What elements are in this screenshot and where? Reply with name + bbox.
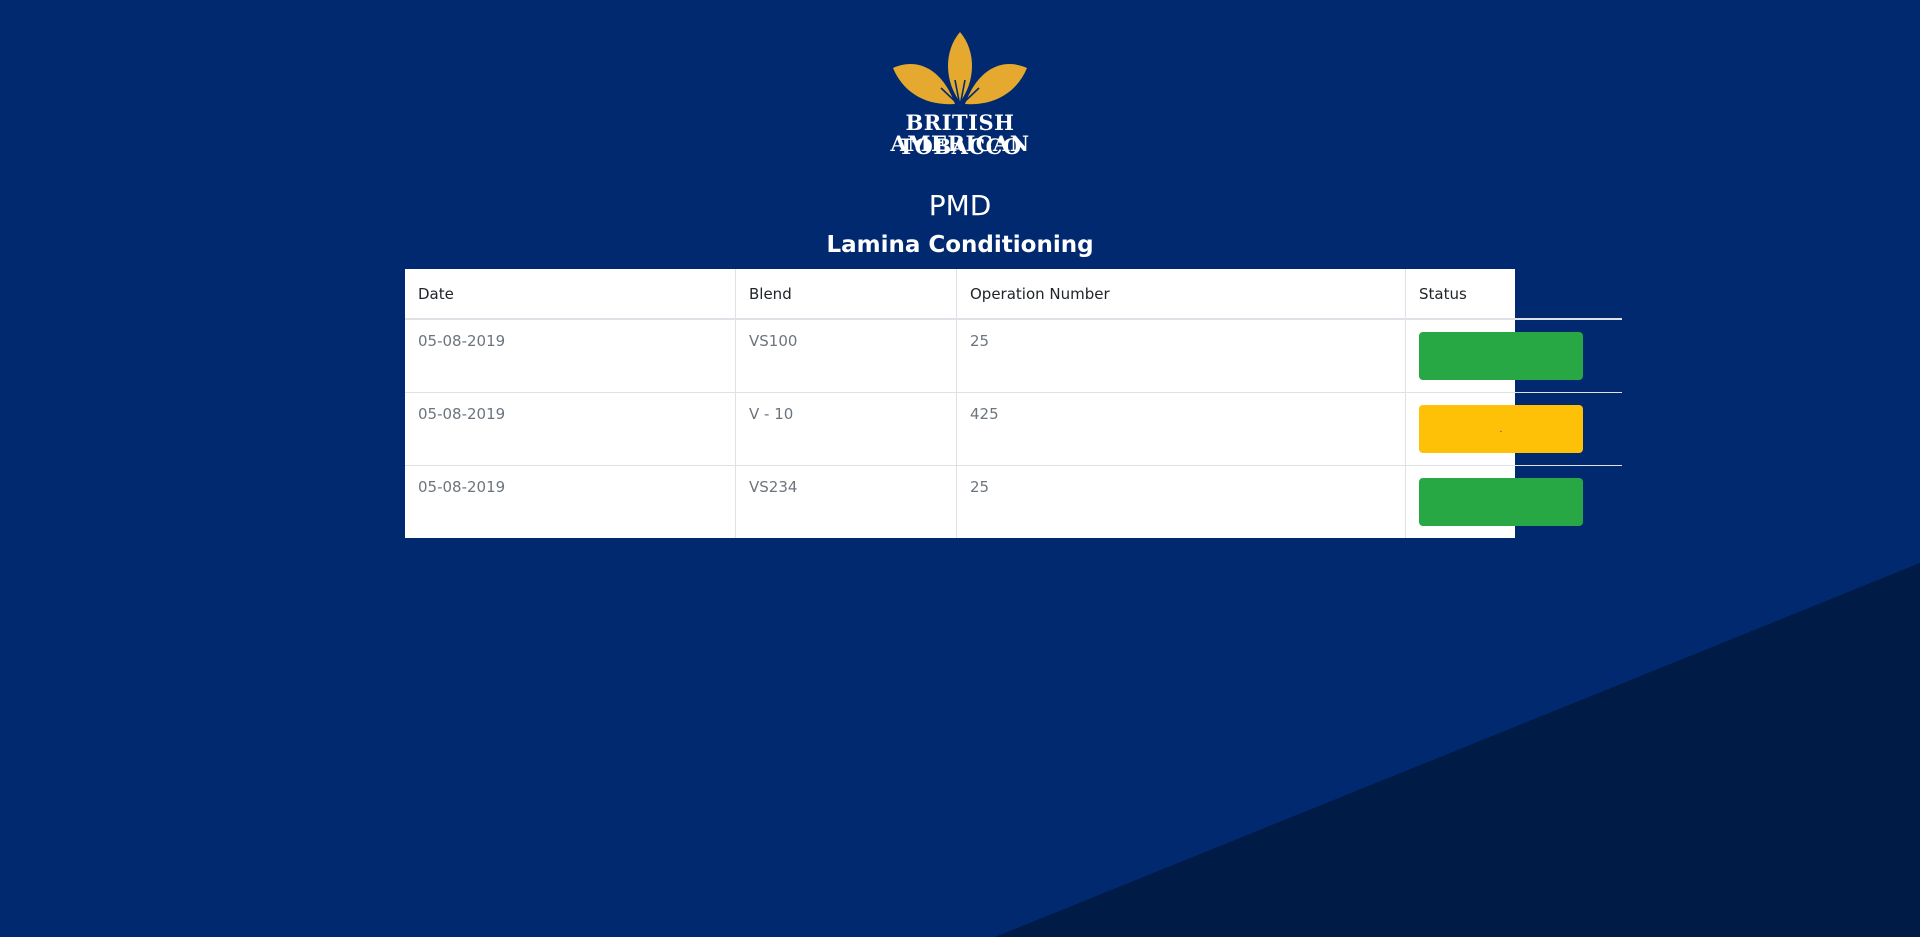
cell-blend: VS100 <box>735 318 957 393</box>
cell-status <box>1405 318 1622 393</box>
table-header-row: Date Blend Operation Number Status <box>405 269 1622 320</box>
table-row[interactable]: 05-08-2019 V - 10 425 . <box>405 392 1622 466</box>
cell-status: . <box>1405 392 1622 466</box>
leaf-icon <box>893 32 1027 107</box>
logo-text-line2: TOBACCO <box>898 134 1022 159</box>
page-subtitle: Lamina Conditioning <box>826 232 1094 258</box>
cell-operation-number: 25 <box>956 318 1406 393</box>
cell-operation-number: 25 <box>956 465 1406 538</box>
operations-table-container: Date Blend Operation Number Status 05-08… <box>405 269 1622 538</box>
cell-date: 05-08-2019 <box>405 465 736 538</box>
bat-logo: BRITISH AMERICAN TOBACCO <box>845 30 1075 160</box>
cell-date: 05-08-2019 <box>405 318 736 393</box>
page: BRITISH AMERICAN TOBACCO PMD Lamina Cond… <box>0 0 1920 937</box>
cell-operation-number: 425 <box>956 392 1406 466</box>
cell-status <box>1405 465 1622 538</box>
operations-table: Date Blend Operation Number Status 05-08… <box>405 269 1622 538</box>
cell-blend: VS234 <box>735 465 957 538</box>
column-header-operation-number: Operation Number <box>956 269 1406 320</box>
column-header-date: Date <box>405 269 736 320</box>
page-title: PMD <box>928 189 992 222</box>
status-indicator[interactable] <box>1419 332 1583 380</box>
cell-date: 05-08-2019 <box>405 392 736 466</box>
status-indicator[interactable]: . <box>1419 405 1583 453</box>
column-header-status: Status <box>1405 269 1622 320</box>
cell-blend: V - 10 <box>735 392 957 466</box>
table-row[interactable]: 05-08-2019 VS100 25 <box>405 318 1622 393</box>
column-header-blend: Blend <box>735 269 957 320</box>
status-indicator[interactable] <box>1419 478 1583 526</box>
table-row[interactable]: 05-08-2019 VS234 25 <box>405 465 1622 538</box>
